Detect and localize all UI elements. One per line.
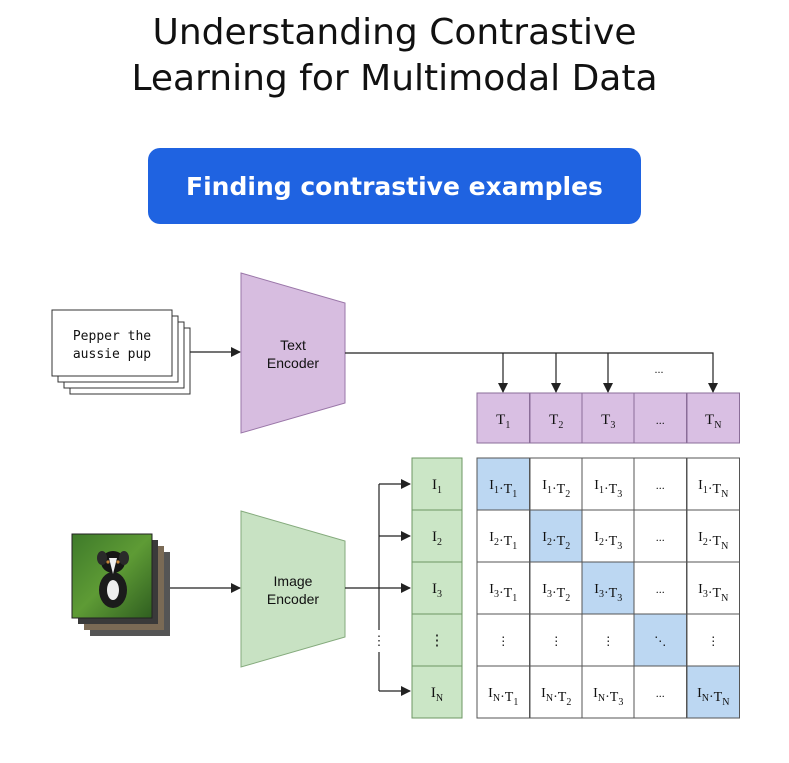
matrix-cell-label: ⋮ bbox=[550, 634, 562, 648]
image-embedding-cell bbox=[411, 665, 463, 719]
image-encoder: Image Encoder bbox=[240, 510, 346, 668]
image-embedding-cell bbox=[411, 509, 463, 563]
text-embedding-row: T1 T2 T3... TN bbox=[476, 392, 740, 444]
text-embedding-arrows: ... bbox=[345, 352, 718, 393]
clip-diagram: Pepper the aussie pup Text Encoder Image… bbox=[51, 272, 740, 719]
matrix-cell-label: ... bbox=[656, 478, 665, 492]
text-encoder-line-2: Encoder bbox=[267, 355, 319, 371]
image-embedding-arrows: ⋮ bbox=[345, 479, 411, 696]
similarity-matrix: I1·T1I1·T2I1·T3... I1·TNI2·T1I2·T2I2·T3..… bbox=[476, 457, 740, 719]
matrix-cell-label: ... bbox=[656, 530, 665, 544]
text-input-line-1: Pepper the bbox=[73, 329, 151, 344]
puppy-photo bbox=[71, 533, 153, 619]
matrix-cell-label: ⋮ bbox=[602, 634, 614, 648]
matrix-cell-label: ⋮ bbox=[497, 634, 509, 648]
image-embedding-label: ⋮ bbox=[430, 633, 445, 649]
text-input-line-2: aussie pup bbox=[73, 347, 151, 362]
matrix-cell-label: ... bbox=[656, 582, 665, 596]
matrix-cell-label: ⋱ bbox=[654, 634, 666, 648]
matrix-cell-label: ... bbox=[656, 686, 665, 700]
text-encoder: Text Encoder bbox=[240, 272, 346, 434]
arrow-ellipsis: ... bbox=[655, 362, 664, 376]
image-encoder-line-1: Image bbox=[274, 573, 313, 589]
image-embedding-cell bbox=[411, 457, 463, 511]
image-encoder-line-2: Encoder bbox=[267, 591, 319, 607]
text-embedding-label: ... bbox=[656, 413, 665, 427]
text-encoder-line-1: Text bbox=[280, 337, 306, 353]
bracket-vdots: ⋮ bbox=[373, 633, 386, 648]
matrix-cell-label: ⋮ bbox=[707, 634, 719, 648]
image-input-stack bbox=[71, 533, 170, 636]
image-embedding-cell bbox=[411, 561, 463, 615]
text-input-stack: Pepper the aussie pup bbox=[51, 309, 191, 395]
image-embedding-column: I1I2I3⋮IN bbox=[411, 457, 463, 719]
